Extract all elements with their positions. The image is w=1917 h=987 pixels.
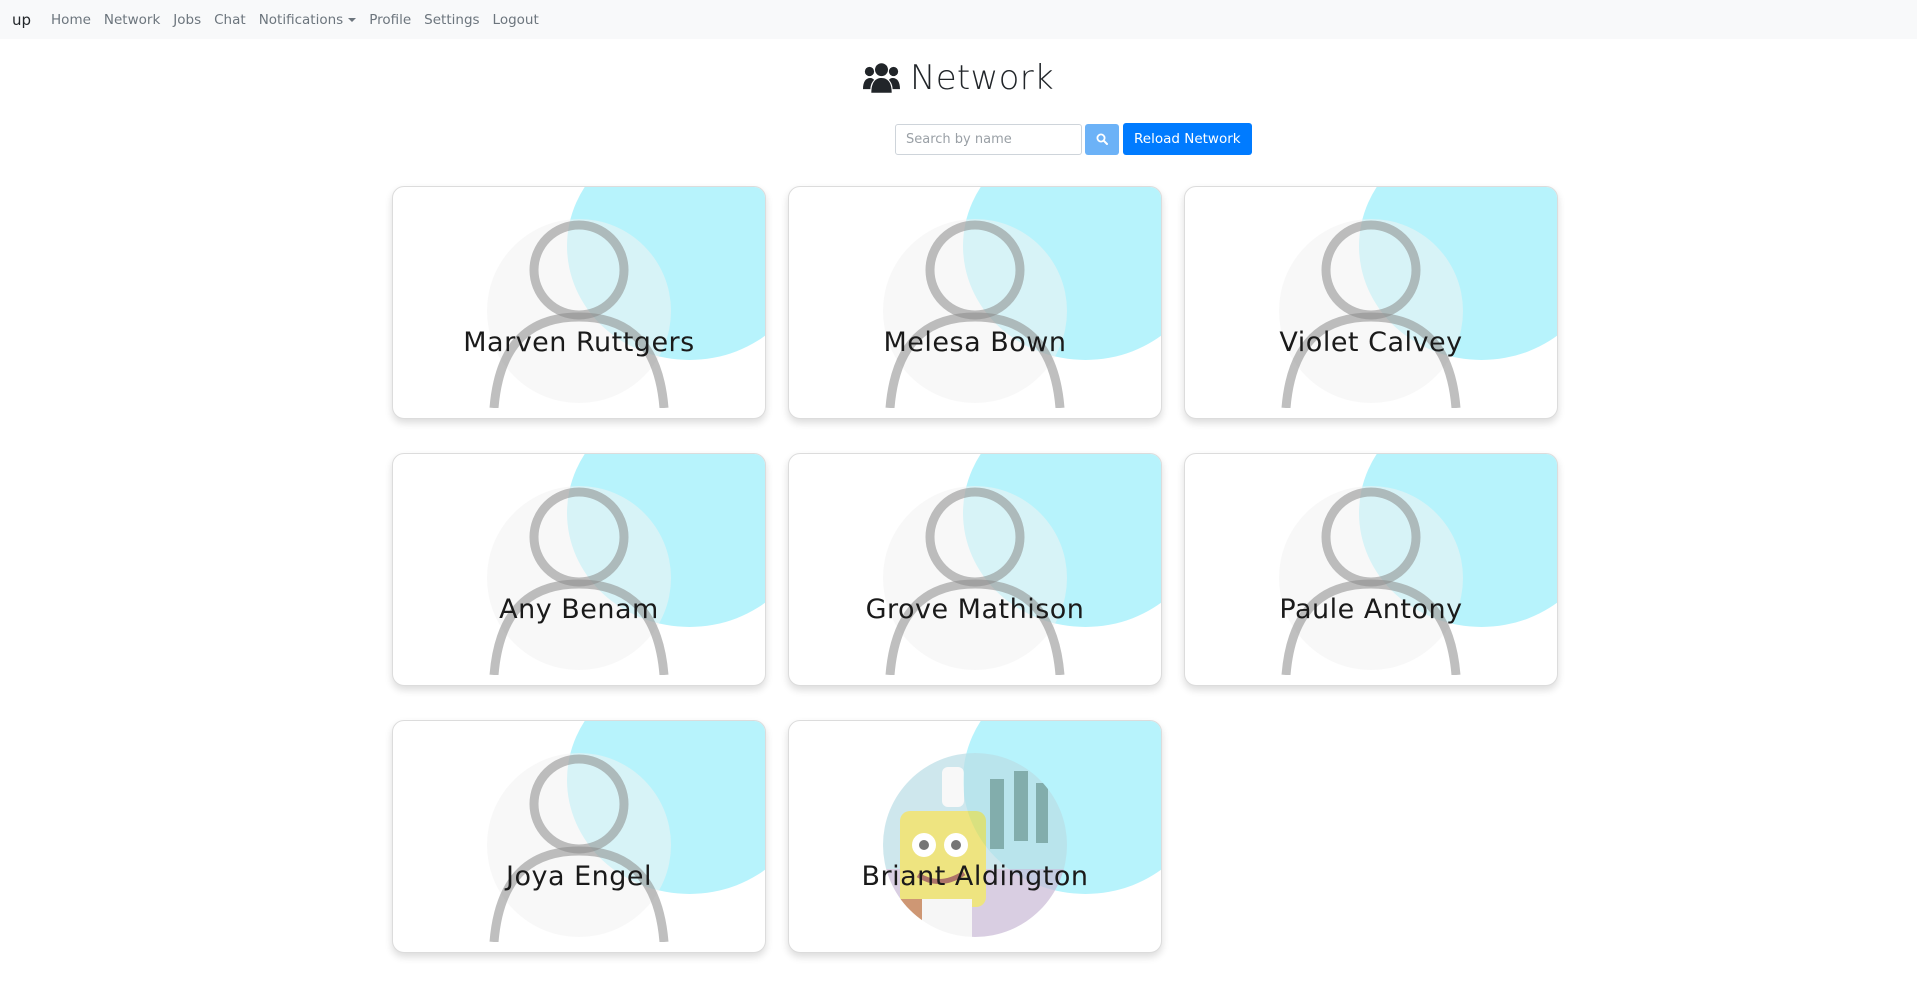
- connection-card[interactable]: Paule Antony: [1184, 453, 1558, 686]
- cartoon-avatar-photo: [883, 753, 1067, 937]
- default-user-icon: [1279, 219, 1463, 408]
- nav-notifications-dropdown[interactable]: Notifications: [259, 12, 357, 28]
- connection-card[interactable]: Melesa Bown: [788, 186, 1162, 419]
- caret-down-icon: [348, 17, 357, 22]
- connection-card[interactable]: Marven Ruttgers: [392, 186, 766, 419]
- card-name: Any Benam: [499, 594, 659, 625]
- page-header: Network: [0, 54, 1917, 102]
- default-user-icon: [487, 486, 671, 675]
- card-name: Marven Ruttgers: [463, 327, 695, 358]
- card-name: Grove Mathison: [865, 594, 1085, 625]
- nav-settings[interactable]: Settings: [424, 12, 479, 28]
- search-button[interactable]: [1085, 123, 1119, 155]
- connection-card[interactable]: Joya Engel: [392, 720, 766, 953]
- nav-notifications-label: Notifications: [258, 11, 344, 28]
- connection-card[interactable]: Grove Mathison: [788, 453, 1162, 686]
- default-user-icon: [883, 219, 1067, 408]
- default-user-icon: [1279, 486, 1463, 675]
- card-name: Violet Calvey: [1279, 327, 1463, 358]
- card-name: Melesa Bown: [883, 327, 1067, 358]
- page-title: Network: [909, 58, 1055, 98]
- brand-link[interactable]: up: [12, 11, 31, 29]
- nav-chat[interactable]: Chat: [214, 12, 246, 28]
- search-icon: [1096, 133, 1108, 145]
- nav-jobs[interactable]: Jobs: [173, 12, 201, 28]
- connection-card[interactable]: Violet Calvey: [1184, 186, 1558, 419]
- connection-card[interactable]: Any Benam: [392, 453, 766, 686]
- default-user-icon: [487, 219, 671, 408]
- card-name: Paule Antony: [1279, 594, 1463, 625]
- card-name: Joya Engel: [505, 861, 652, 892]
- default-user-icon: [487, 753, 671, 942]
- default-user-icon: [883, 486, 1067, 675]
- connection-card[interactable]: Briant Aldington: [788, 720, 1162, 953]
- nav-profile[interactable]: Profile: [369, 12, 411, 28]
- navbar: up Home Network Jobs Chat Notifications …: [0, 0, 1917, 39]
- reload-network-button[interactable]: Reload Network: [1123, 123, 1252, 155]
- nav-logout[interactable]: Logout: [493, 12, 539, 28]
- users-icon: [862, 63, 900, 93]
- search-input[interactable]: [895, 123, 1082, 155]
- search-bar: Reload Network: [895, 123, 1252, 155]
- nav-home[interactable]: Home: [51, 12, 91, 28]
- nav-network[interactable]: Network: [104, 12, 160, 28]
- card-name: Briant Aldington: [861, 861, 1089, 892]
